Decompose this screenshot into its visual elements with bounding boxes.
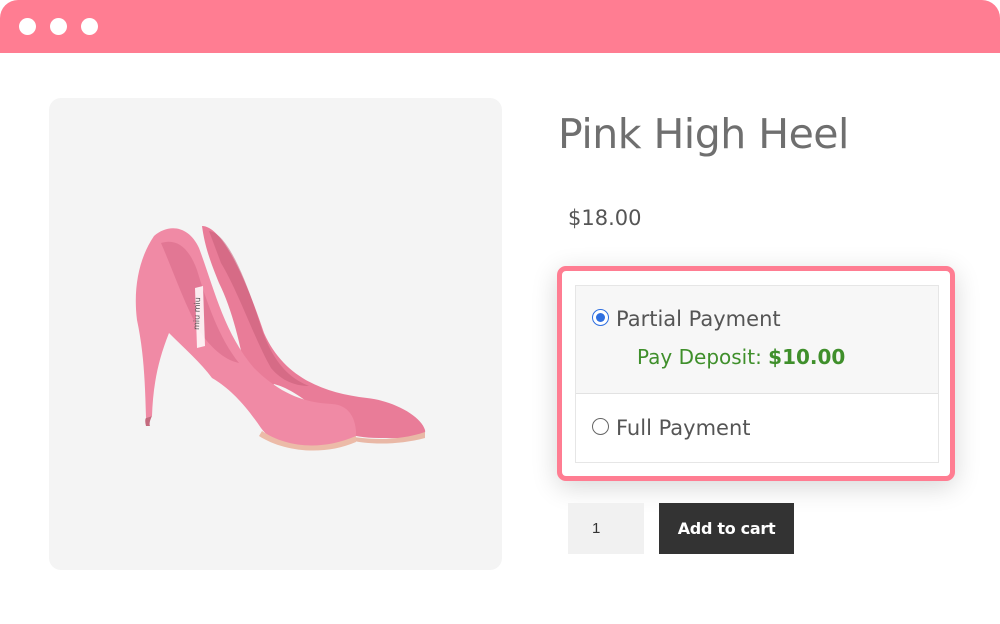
svg-text:miu miu: miu miu	[192, 297, 202, 330]
window-dot-icon[interactable]	[50, 18, 67, 35]
deposit-amount: $10.00	[768, 345, 846, 369]
window-dot-icon[interactable]	[81, 18, 98, 35]
product-title: Pink High Heel	[558, 110, 849, 158]
partial-payment-radio[interactable]	[592, 309, 609, 326]
payment-options-box: Partial Payment Pay Deposit: $10.00 Full…	[557, 266, 955, 481]
product-image[interactable]: miu miu	[49, 98, 502, 570]
full-payment-label[interactable]: Full Payment	[616, 416, 751, 440]
full-payment-radio[interactable]	[592, 418, 609, 435]
quantity-input[interactable]	[568, 503, 644, 554]
payment-options-list: Partial Payment Pay Deposit: $10.00 Full…	[575, 285, 939, 463]
high-heel-shoes-illustration: miu miu	[135, 226, 426, 451]
window-dot-icon[interactable]	[19, 18, 36, 35]
browser-window-bar	[0, 0, 1000, 53]
full-payment-option[interactable]: Full Payment	[576, 394, 938, 462]
partial-payment-label[interactable]: Partial Payment	[616, 307, 781, 331]
deposit-amount-text: Pay Deposit: $10.00	[637, 345, 845, 369]
deposit-label: Pay Deposit:	[637, 345, 762, 369]
product-price: $18.00	[568, 206, 642, 230]
partial-payment-option[interactable]: Partial Payment Pay Deposit: $10.00	[576, 286, 938, 394]
add-to-cart-button[interactable]: Add to cart	[659, 503, 794, 554]
